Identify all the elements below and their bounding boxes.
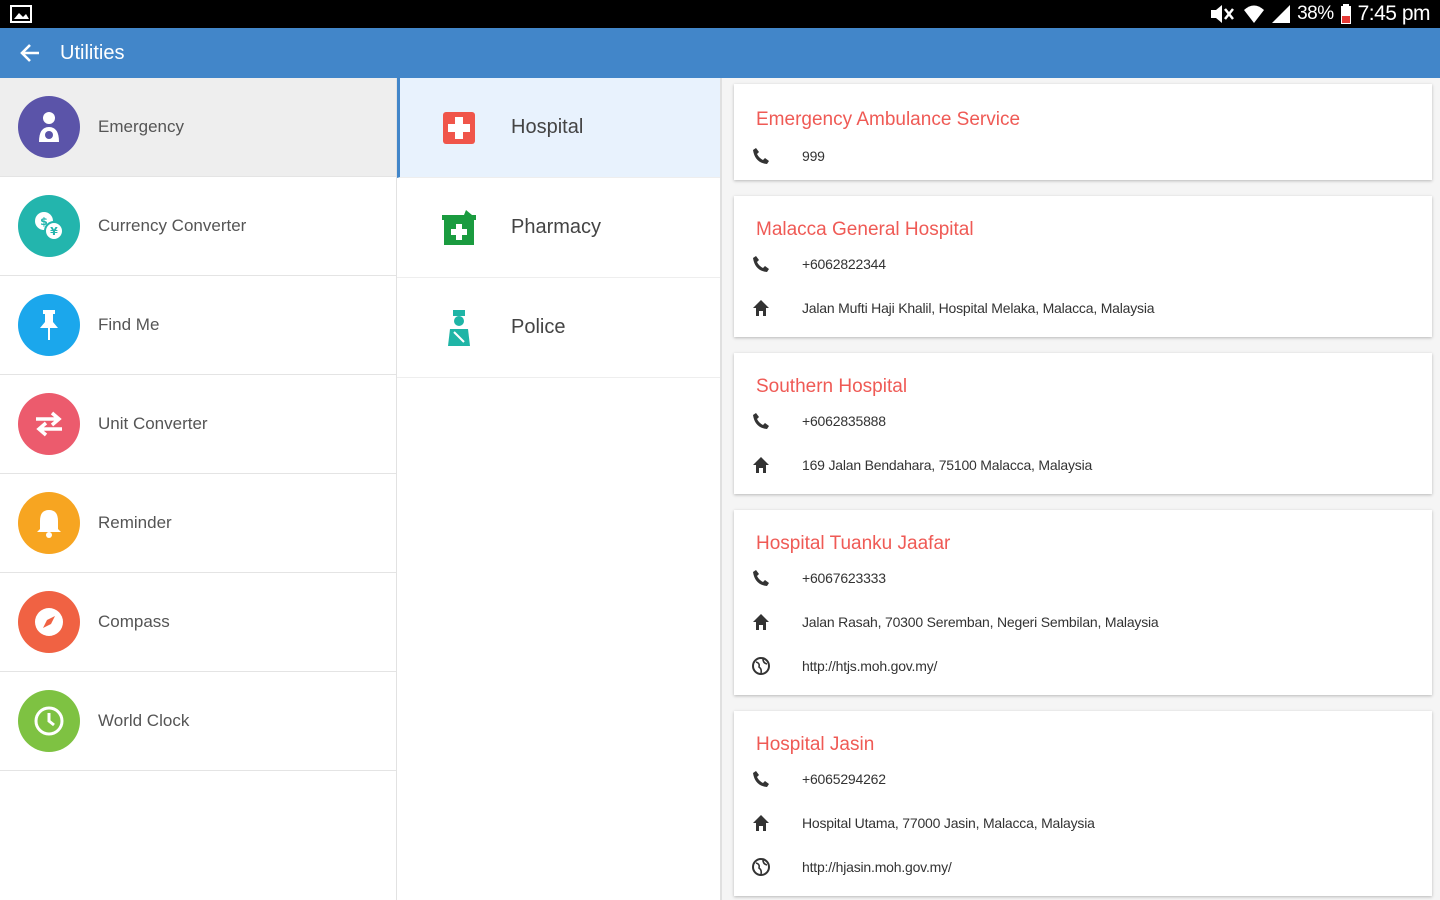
svg-text:$: $: [40, 215, 48, 228]
globe-icon: [750, 856, 772, 878]
phone-icon: [750, 567, 772, 589]
contact-phone-row[interactable]: 999: [750, 145, 825, 167]
utility-item-reminder[interactable]: Reminder: [0, 474, 396, 573]
contact-address-row[interactable]: 169 Jalan Bendahara, 75100 Malacca, Mala…: [750, 454, 1092, 476]
contact-website: http://hjasin.moh.gov.my/: [802, 859, 952, 875]
contact-card[interactable]: Malacca General Hospital +6062822344 Jal…: [734, 196, 1432, 337]
contact-phone-row[interactable]: +6065294262: [750, 768, 886, 790]
contact-name: Southern Hospital: [756, 376, 908, 397]
category-item-pharmacy[interactable]: Pharmacy: [397, 178, 720, 278]
utility-label: Compass: [98, 612, 170, 631]
utility-item-currency-converter[interactable]: $ ¥ Currency Converter: [0, 177, 396, 276]
phone-icon: [750, 410, 772, 432]
contact-address-row[interactable]: Jalan Rasah, 70300 Seremban, Negeri Semb…: [750, 611, 1159, 633]
battery-icon: [1340, 4, 1352, 24]
contact-name: Hospital Tuanku Jaafar: [756, 533, 951, 554]
emergency-categories: Hospital Pharmacy Police: [397, 78, 722, 900]
home-icon: [750, 812, 772, 834]
utility-label: Unit Converter: [98, 414, 208, 433]
compass-icon: [18, 591, 80, 653]
globe-icon: [750, 655, 772, 677]
utility-item-world-clock[interactable]: World Clock: [0, 672, 396, 771]
swap-icon: [18, 393, 80, 455]
battery-percent: 38%: [1297, 3, 1334, 24]
utility-item-unit-converter[interactable]: Unit Converter: [0, 375, 396, 474]
phone-icon: [750, 253, 772, 275]
contact-phone-row[interactable]: +6062822344: [750, 253, 886, 275]
signal-icon: [1271, 4, 1291, 24]
clock-icon: [18, 690, 80, 752]
contact-card[interactable]: Hospital Tuanku Jaafar +6067623333 Jalan…: [734, 510, 1432, 695]
contact-address: Jalan Mufti Haji Khalil, Hospital Melaka…: [802, 300, 1155, 316]
phone-icon: [750, 145, 772, 167]
category-label: Hospital: [511, 116, 584, 138]
contact-phone-row[interactable]: +6067623333: [750, 567, 886, 589]
contact-address-row[interactable]: Hospital Utama, 77000 Jasin, Malacca, Ma…: [750, 812, 1095, 834]
person-icon: [18, 96, 80, 158]
contact-phone-row[interactable]: +6062835888: [750, 410, 886, 432]
police-icon: [441, 309, 477, 346]
contact-phone: +6062822344: [802, 256, 886, 272]
contact-name: Emergency Ambulance Service: [756, 109, 1021, 130]
contact-address: Jalan Rasah, 70300 Seremban, Negeri Semb…: [802, 614, 1159, 630]
contact-address-row[interactable]: Jalan Mufti Haji Khalil, Hospital Melaka…: [750, 297, 1155, 319]
contact-card[interactable]: Hospital Jasin +6065294262 Hospital Utam…: [734, 711, 1432, 896]
hospital-icon: [441, 110, 477, 146]
clock-time: 7:45 pm: [1357, 2, 1431, 25]
contact-phone: +6067623333: [802, 570, 886, 586]
contact-address: 169 Jalan Bendahara, 75100 Malacca, Mala…: [802, 457, 1093, 473]
contact-card[interactable]: Southern Hospital +6062835888 169 Jalan …: [734, 353, 1432, 494]
utility-item-emergency[interactable]: Emergency: [0, 78, 396, 177]
contact-phone: +6062835888: [802, 413, 886, 429]
wifi-icon: [1243, 4, 1265, 24]
category-item-hospital[interactable]: Hospital: [397, 78, 720, 178]
utility-label: Reminder: [98, 513, 172, 532]
home-icon: [750, 454, 772, 476]
contacts-list: Emergency Ambulance Service 999 Malacca …: [722, 78, 1440, 900]
svg-text:¥: ¥: [50, 225, 58, 238]
contact-phone: +6065294262: [802, 771, 886, 787]
utility-item-compass[interactable]: Compass: [0, 573, 396, 672]
phone-icon: [750, 768, 772, 790]
category-label: Police: [511, 316, 566, 338]
home-icon: [750, 611, 772, 633]
currency-icon: $ ¥: [18, 195, 80, 257]
utility-label: Currency Converter: [98, 216, 247, 235]
contact-name: Hospital Jasin: [756, 734, 875, 755]
utility-label: Find Me: [98, 315, 160, 334]
mute-icon: [1209, 4, 1237, 24]
gallery-icon: [10, 5, 32, 28]
contact-card[interactable]: Emergency Ambulance Service 999: [734, 84, 1432, 180]
pin-icon: [18, 294, 80, 356]
page-title: Utilities: [60, 41, 125, 64]
contact-website-row[interactable]: http://htjs.moh.gov.my/: [750, 655, 937, 677]
utilities-list: Emergency $ ¥ Currency Converter Find Me …: [0, 78, 397, 900]
contact-phone: 999: [802, 148, 825, 164]
contact-address: Hospital Utama, 77000 Jasin, Malacca, Ma…: [802, 815, 1095, 831]
contact-name: Malacca General Hospital: [756, 219, 974, 240]
category-label: Pharmacy: [511, 216, 602, 238]
contact-website: http://htjs.moh.gov.my/: [802, 658, 938, 674]
status-bar: 38% 7:45 pm: [0, 0, 1440, 28]
bell-icon: [18, 492, 80, 554]
contact-website-row[interactable]: http://hjasin.moh.gov.my/: [750, 856, 952, 878]
arrow-back-icon[interactable]: [0, 28, 60, 78]
utility-item-find-me[interactable]: Find Me: [0, 276, 396, 375]
category-item-police[interactable]: Police: [397, 278, 720, 378]
home-icon: [750, 297, 772, 319]
utility-label: World Clock: [98, 711, 190, 730]
app-bar: Utilities: [0, 28, 1440, 78]
pharmacy-icon: [441, 209, 477, 246]
utility-label: Emergency: [98, 117, 184, 136]
